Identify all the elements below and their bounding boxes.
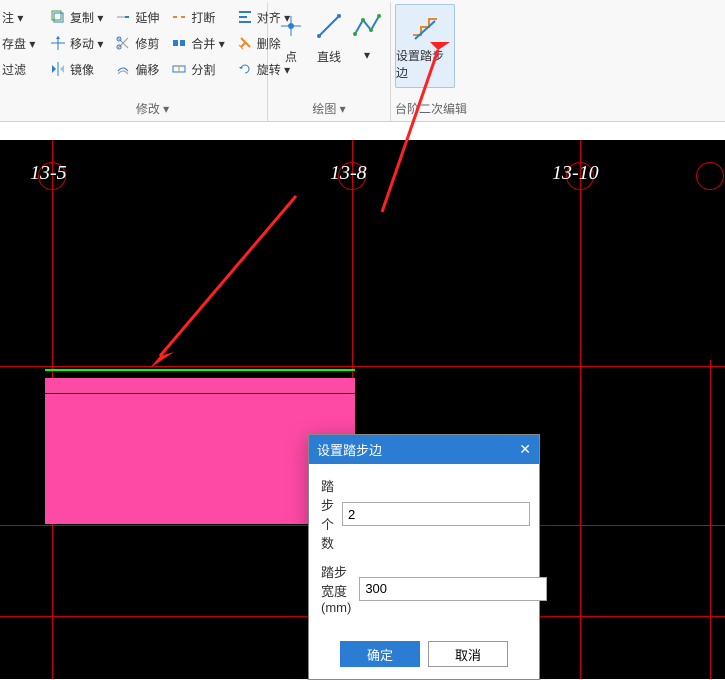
set-step-edge-dialog: 设置踏步边 ✕ 踏步个数 踏步宽度(mm) 确定 取消	[308, 434, 540, 680]
draw-group-label: 绘图 ▾	[272, 98, 386, 119]
copy-button[interactable]: 复制 ▾	[44, 4, 109, 30]
rotate-icon	[237, 61, 253, 77]
grid-label-13-8: 13-8	[330, 162, 367, 185]
save-button[interactable]: 存盘 ▾	[0, 30, 38, 56]
break-button[interactable]: 打断	[165, 4, 230, 30]
cancel-button[interactable]: 取消	[428, 641, 508, 667]
step-edge-icon	[409, 11, 441, 43]
split-icon	[171, 61, 187, 77]
dialog-close-button[interactable]: ✕	[519, 441, 531, 458]
merge-button[interactable]: 合并 ▾	[165, 30, 230, 56]
line-button[interactable]: 直线	[310, 4, 348, 71]
offset-button[interactable]: 偏移	[109, 56, 165, 82]
mirror-button[interactable]: 镜像	[44, 56, 109, 82]
dialog-titlebar[interactable]: 设置踏步边 ✕	[309, 435, 539, 464]
modify-group-label: 修改 ▾	[44, 98, 261, 119]
copy-icon	[50, 9, 66, 25]
extend-button[interactable]: 延伸	[109, 4, 165, 30]
point-button[interactable]: 点	[272, 4, 310, 71]
point-icon	[275, 10, 307, 42]
step-count-label: 踏步个数	[321, 476, 334, 552]
step-width-input[interactable]	[359, 577, 547, 601]
polyline-icon	[351, 10, 383, 42]
ok-button[interactable]: 确定	[340, 641, 420, 667]
align-icon	[237, 9, 253, 25]
annotate-button[interactable]: 注 ▾	[0, 4, 38, 30]
line-icon	[313, 10, 345, 42]
filter-button[interactable]: 过滤	[0, 56, 38, 82]
trim-icon	[115, 35, 131, 51]
move-icon	[50, 35, 66, 51]
annotation-arrow-1	[150, 192, 300, 372]
grid-label-13-10: 13-10	[552, 162, 599, 185]
step-count-input[interactable]	[342, 502, 530, 526]
ribbon: 注 ▾ 存盘 ▾ 过滤 复制 ▾ 移动 ▾ 镜像 延伸 修剪 偏移 打断 合并 …	[0, 0, 725, 122]
trim-button[interactable]: 修剪	[109, 30, 165, 56]
delete-icon	[237, 35, 253, 51]
extend-icon	[115, 9, 131, 25]
offset-icon	[115, 61, 131, 77]
break-icon	[171, 9, 187, 25]
move-button[interactable]: 移动 ▾	[44, 30, 109, 56]
step-width-label: 踏步宽度(mm)	[321, 562, 351, 615]
dialog-title-text: 设置踏步边	[317, 440, 382, 459]
ribbon-left-partial: 注 ▾ 存盘 ▾ 过滤	[0, 2, 38, 121]
annotation-arrow-2	[378, 46, 458, 216]
grid-label-13-5: 13-5	[30, 162, 67, 185]
modify-group: 复制 ▾ 移动 ▾ 镜像 延伸 修剪 偏移 打断 合并 ▾ 分割 对齐 ▾ 删除…	[38, 2, 268, 121]
draw-group: 点 直线 ▾ 绘图 ▾	[268, 2, 391, 121]
mirror-icon	[50, 61, 66, 77]
split-button[interactable]: 分割	[165, 56, 230, 82]
merge-icon	[171, 35, 187, 51]
